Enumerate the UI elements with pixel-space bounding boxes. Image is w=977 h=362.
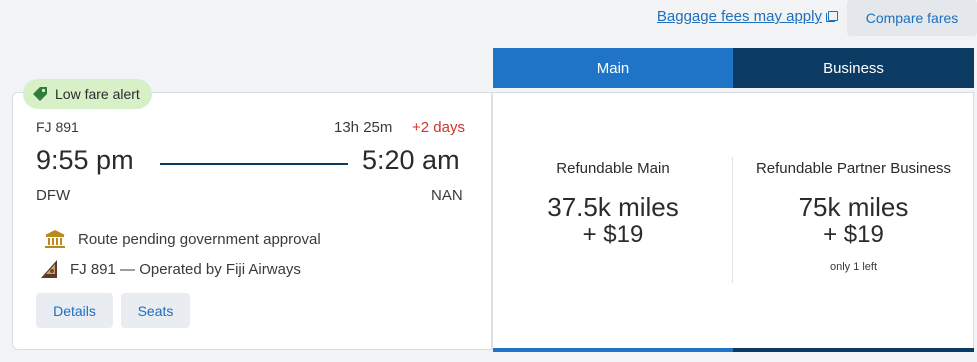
fare-cash: + $19 xyxy=(582,221,644,248)
fiji-airways-logo-icon xyxy=(41,260,57,278)
flight-number: FJ 891 xyxy=(36,119,79,135)
route-line xyxy=(160,163,348,165)
main-fare-underline xyxy=(493,348,733,352)
tab-business[interactable]: Business xyxy=(733,48,974,88)
departure-airport: DFW xyxy=(36,187,71,204)
days-offset: +2 days xyxy=(412,119,465,136)
fare-option-main[interactable]: Refundable Main 37.5k miles + $19 xyxy=(493,160,733,249)
seats-button[interactable]: Seats xyxy=(121,293,190,328)
operated-by: FJ 891 — Operated by Fiji Airways xyxy=(38,258,301,280)
operated-by-text: FJ 891 — Operated by Fiji Airways xyxy=(70,260,301,278)
route-notice: Route pending government approval xyxy=(44,229,321,249)
low-fare-alert-label: Low fare alert xyxy=(55,86,140,102)
details-button[interactable]: Details xyxy=(36,293,113,328)
departure-time: 9:55 pm xyxy=(36,145,134,175)
baggage-fees-label: Baggage fees may apply xyxy=(656,8,822,25)
fare-miles: 75k miles xyxy=(798,192,909,222)
arrival-time: 5:20 am xyxy=(362,145,460,175)
tag-icon xyxy=(33,87,47,101)
fare-option-business[interactable]: Refundable Partner Business 75k miles + … xyxy=(733,160,974,273)
route-notice-text: Route pending government approval xyxy=(78,230,321,248)
fare-miles: 37.5k miles xyxy=(547,192,679,222)
low-fare-alert-badge: Low fare alert xyxy=(23,79,152,109)
seats-left-note: only 1 left xyxy=(829,261,878,273)
baggage-fees-link[interactable]: Baggage fees may apply xyxy=(656,8,838,25)
flight-duration: 13h 25m xyxy=(334,119,393,136)
compare-fares-button[interactable]: Compare fares xyxy=(847,0,977,36)
fare-name: Refundable Partner Business xyxy=(755,160,952,177)
arrival-airport: NAN xyxy=(431,187,463,204)
fare-name: Refundable Main xyxy=(556,160,670,177)
government-building-icon xyxy=(45,230,65,248)
tab-main[interactable]: Main xyxy=(493,48,733,88)
external-link-icon xyxy=(826,11,838,22)
fare-cash: + $19 xyxy=(823,221,884,248)
business-fare-underline xyxy=(733,348,974,352)
